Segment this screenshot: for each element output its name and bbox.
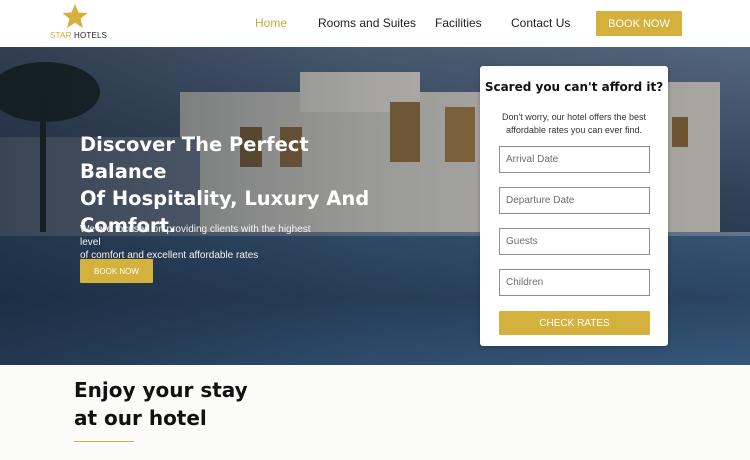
intro-divider <box>74 441 134 442</box>
guests-input[interactable] <box>499 228 650 255</box>
rate-check-card: Scared you can't afford it? Don't worry,… <box>480 66 668 346</box>
nav-home[interactable]: Home <box>255 16 287 30</box>
brand-name: STAR HOTELS <box>50 31 107 40</box>
hero-book-now-button[interactable]: BOOK NOW <box>80 259 153 283</box>
nav-facilities[interactable]: Facilities <box>435 16 482 30</box>
header-book-now-button[interactable]: BOOK NOW <box>596 11 682 36</box>
hero-subtitle: We are focused on providing clients with… <box>80 223 330 262</box>
intro-heading-line: at our hotel <box>74 406 207 430</box>
brand-logo[interactable]: STAR HOTELS <box>50 3 107 41</box>
site-header: STAR HOTELS Home Rooms and Suites Facili… <box>0 0 750 47</box>
check-rates-button[interactable]: CHECK RATES <box>499 311 650 335</box>
card-title: Scared you can't afford it? <box>484 80 664 94</box>
arrival-date-input[interactable] <box>499 146 650 173</box>
hero-title-line: Discover The Perfect Balance <box>80 133 309 183</box>
card-description: Don't worry, our hotel offers the best a… <box>492 111 656 137</box>
brand-name-star: STAR <box>50 31 72 40</box>
brand-name-hotels: HOTELS <box>71 31 108 40</box>
star-icon <box>62 4 88 28</box>
hero-subtitle-line: We are focused on providing clients with… <box>80 224 311 248</box>
card-description-line: Don't worry, our hotel offers the best <box>502 112 646 122</box>
departure-date-input[interactable] <box>499 187 650 214</box>
intro-heading: Enjoy your stay at our hotel <box>74 376 248 432</box>
hero-title-line: Of Hospitality, Luxury And <box>80 187 370 210</box>
intro-heading-line: Enjoy your stay <box>74 378 248 402</box>
nav-rooms-and-suites[interactable]: Rooms and Suites <box>318 16 416 30</box>
children-input[interactable] <box>499 269 650 296</box>
nav-contact-us[interactable]: Contact Us <box>511 16 570 30</box>
card-description-line: affordable rates you can ever find. <box>506 125 642 135</box>
